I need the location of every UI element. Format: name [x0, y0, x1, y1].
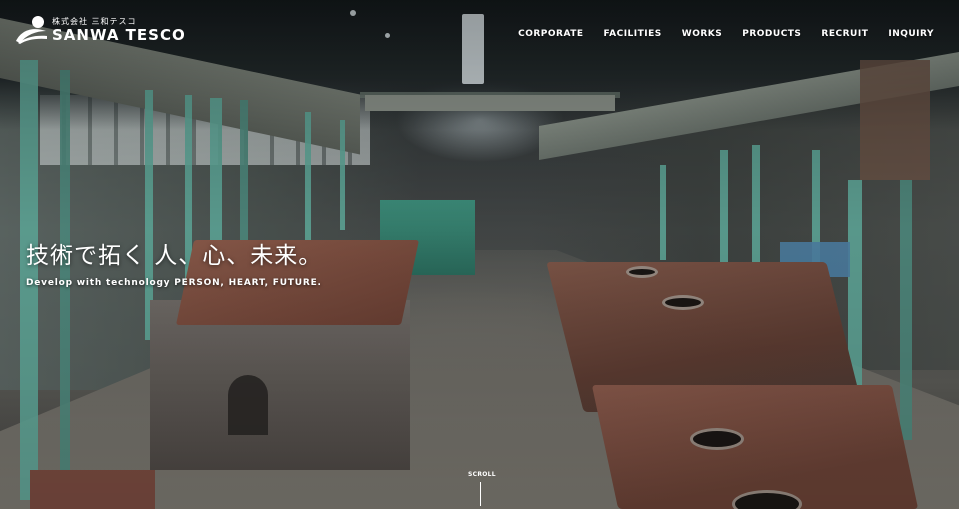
- hero-subline: Develop with technology PERSON, HEART, F…: [26, 278, 322, 288]
- nav-corporate[interactable]: CORPORATE: [518, 29, 583, 39]
- nav-products[interactable]: PRODUCTS: [742, 29, 801, 39]
- hero-section: 株式会社 三和テスコ SANWA TESCO CORPORATE FACILIT…: [0, 0, 959, 509]
- site-logo[interactable]: 株式会社 三和テスコ SANWA TESCO: [14, 14, 186, 46]
- nav-inquiry[interactable]: INQUIRY: [888, 29, 934, 39]
- nav-works[interactable]: WORKS: [682, 29, 722, 39]
- sanwa-tesco-logo-icon: [14, 15, 48, 45]
- nav-recruit[interactable]: RECRUIT: [821, 29, 868, 39]
- main-nav: CORPORATE FACILITIES WORKS PRODUCTS RECR…: [498, 29, 934, 39]
- scroll-indicator[interactable]: SCROLL: [468, 471, 496, 506]
- hero-tagline: 技術で拓く 人、心、未来。: [26, 243, 323, 269]
- nav-facilities[interactable]: FACILITIES: [604, 29, 662, 39]
- scroll-label: SCROLL: [468, 471, 496, 478]
- brand-name-en: SANWA TESCO: [52, 25, 186, 44]
- brand-name-jp: 株式会社 三和テスコ: [52, 16, 137, 26]
- scroll-line: [479, 482, 481, 506]
